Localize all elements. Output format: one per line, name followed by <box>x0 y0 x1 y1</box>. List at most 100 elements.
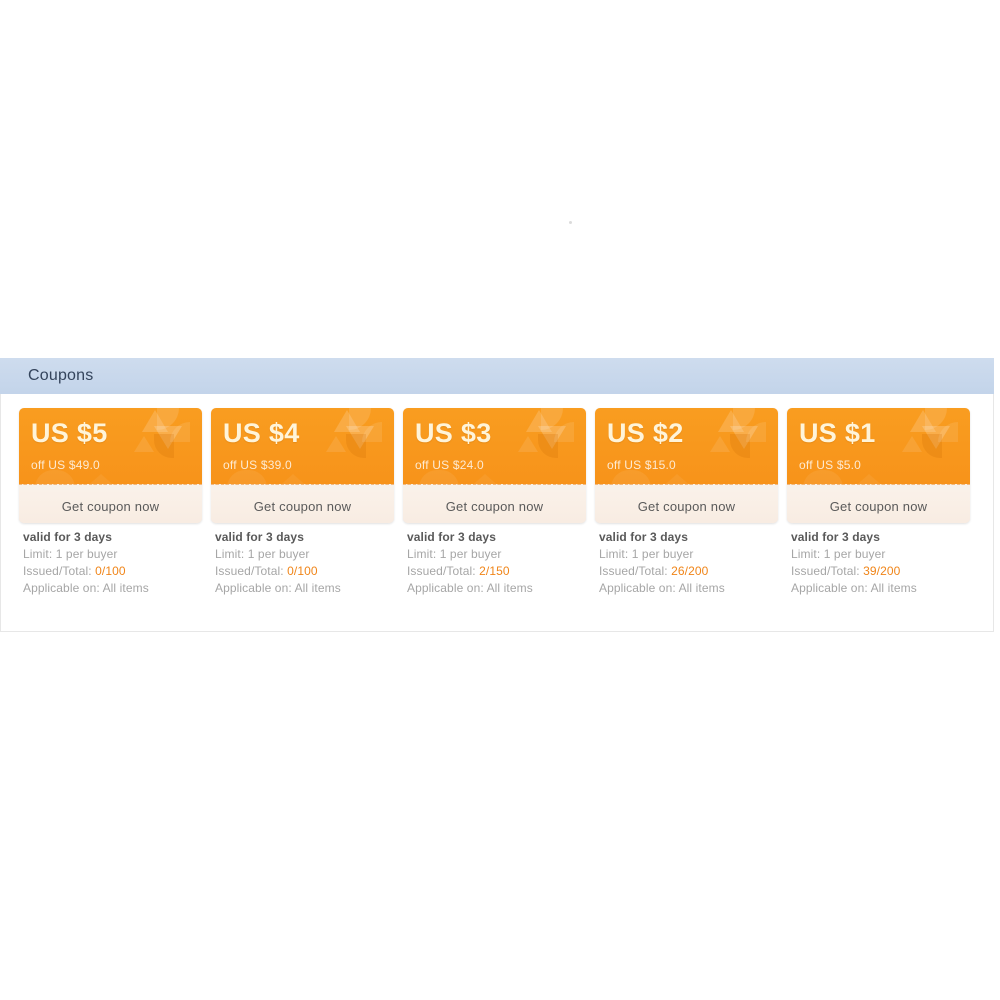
get-coupon-button-label: Get coupon now <box>637 499 736 514</box>
coupon-meta: valid for 3 days Limit: 1 per buyer Issu… <box>211 523 394 597</box>
coupon-perforation-divider <box>211 484 394 490</box>
coupon-validity: valid for 3 days <box>23 530 112 544</box>
coupon-ticket[interactable]: US $1 off US $5.0 Get coupon now <box>787 408 970 523</box>
coupon-list: US $5 off US $49.0 Get coupon now valid … <box>1 408 993 597</box>
coupon-ticket[interactable]: US $5 off US $49.0 Get coupon now <box>19 408 202 523</box>
coupon-ticket-head: US $3 off US $24.0 <box>403 408 586 484</box>
coupon-condition: off US $5.0 <box>799 458 862 472</box>
coupon-card: US $5 off US $49.0 Get coupon now valid … <box>19 408 202 597</box>
coupon-limit-label: Limit: <box>791 547 824 561</box>
coupon-issued: Issued/Total: 26/200 <box>599 563 778 580</box>
coupon-limit-value: 1 per buyer <box>247 547 310 561</box>
get-coupon-button[interactable]: Get coupon now <box>787 490 970 523</box>
get-coupon-button[interactable]: Get coupon now <box>595 490 778 523</box>
coupon-applicable: Applicable on: All items <box>23 580 202 597</box>
coupon-validity: valid for 3 days <box>407 530 496 544</box>
coupon-condition: off US $39.0 <box>223 458 292 472</box>
coupon-applicable: Applicable on: All items <box>215 580 394 597</box>
get-coupon-button[interactable]: Get coupon now <box>403 490 586 523</box>
coupon-validity: valid for 3 days <box>215 530 304 544</box>
coupon-applicable-value: All items <box>102 581 149 595</box>
coupon-issued-value: 0/100 <box>95 564 126 578</box>
coupon-applicable-label: Applicable on: <box>215 581 295 595</box>
coupon-issued: Issued/Total: 39/200 <box>791 563 970 580</box>
coupon-issued-value: 26/200 <box>671 564 709 578</box>
coupon-card: US $3 off US $24.0 Get coupon now valid … <box>403 408 586 597</box>
coupons-module: Coupons US $5 off US $49.0 Get coupon no… <box>0 358 994 632</box>
page-title: Coupons <box>28 367 94 384</box>
coupon-limit-value: 1 per buyer <box>55 547 118 561</box>
coupon-applicable-value: All items <box>486 581 533 595</box>
coupon-perforation-divider <box>787 484 970 490</box>
coupon-issued-value: 39/200 <box>863 564 901 578</box>
coupon-ticket-head: US $4 off US $39.0 <box>211 408 394 484</box>
coupon-issued-label: Issued/Total: <box>599 564 672 578</box>
coupon-validity: valid for 3 days <box>791 530 880 544</box>
coupon-issued-value: 0/100 <box>287 564 318 578</box>
coupon-perforation-divider <box>595 484 778 490</box>
coupon-meta: valid for 3 days Limit: 1 per buyer Issu… <box>403 523 586 597</box>
get-coupon-button-label: Get coupon now <box>829 499 928 514</box>
get-coupon-button[interactable]: Get coupon now <box>19 490 202 523</box>
coupon-issued: Issued/Total: 2/150 <box>407 563 586 580</box>
coupon-perforation-divider <box>403 484 586 490</box>
coupon-perforation-divider <box>19 484 202 490</box>
coupon-applicable-label: Applicable on: <box>599 581 679 595</box>
coupon-card: US $1 off US $5.0 Get coupon now valid f… <box>787 408 970 597</box>
coupon-limit: Limit: 1 per buyer <box>23 546 202 563</box>
coupon-applicable-label: Applicable on: <box>23 581 103 595</box>
page-artifact-speck <box>569 221 572 224</box>
get-coupon-button[interactable]: Get coupon now <box>211 490 394 523</box>
coupon-amount: US $3 <box>415 418 492 448</box>
coupon-ticket[interactable]: US $2 off US $15.0 Get coupon now <box>595 408 778 523</box>
coupon-issued: Issued/Total: 0/100 <box>23 563 202 580</box>
coupon-limit-label: Limit: <box>407 547 440 561</box>
coupon-meta: valid for 3 days Limit: 1 per buyer Issu… <box>595 523 778 597</box>
coupon-applicable-value: All items <box>870 581 917 595</box>
coupon-limit-label: Limit: <box>215 547 248 561</box>
coupon-applicable: Applicable on: All items <box>599 580 778 597</box>
coupon-limit-value: 1 per buyer <box>823 547 886 561</box>
coupon-ticket[interactable]: US $3 off US $24.0 Get coupon now <box>403 408 586 523</box>
coupon-card: US $4 off US $39.0 Get coupon now valid … <box>211 408 394 597</box>
get-coupon-button-label: Get coupon now <box>445 499 544 514</box>
coupon-ticket-head: US $2 off US $15.0 <box>595 408 778 484</box>
coupon-limit-label: Limit: <box>599 547 632 561</box>
coupon-applicable-value: All items <box>294 581 341 595</box>
coupons-module-body: US $5 off US $49.0 Get coupon now valid … <box>0 394 994 632</box>
coupon-limit: Limit: 1 per buyer <box>599 546 778 563</box>
coupon-condition: off US $49.0 <box>31 458 100 472</box>
coupon-issued-label: Issued/Total: <box>791 564 864 578</box>
coupon-meta: valid for 3 days Limit: 1 per buyer Issu… <box>787 523 970 597</box>
coupon-amount: US $5 <box>31 418 108 448</box>
coupon-issued-label: Issued/Total: <box>407 564 480 578</box>
coupon-issued: Issued/Total: 0/100 <box>215 563 394 580</box>
coupon-applicable: Applicable on: All items <box>791 580 970 597</box>
coupon-limit: Limit: 1 per buyer <box>215 546 394 563</box>
coupon-validity: valid for 3 days <box>599 530 688 544</box>
coupons-module-header: Coupons <box>0 358 994 394</box>
coupon-applicable: Applicable on: All items <box>407 580 586 597</box>
coupon-applicable-label: Applicable on: <box>791 581 871 595</box>
coupon-applicable-label: Applicable on: <box>407 581 487 595</box>
coupon-issued-value: 2/150 <box>479 564 510 578</box>
coupon-card: US $2 off US $15.0 Get coupon now valid … <box>595 408 778 597</box>
coupon-condition: off US $24.0 <box>415 458 484 472</box>
coupon-condition: off US $15.0 <box>607 458 676 472</box>
coupon-limit-value: 1 per buyer <box>439 547 502 561</box>
coupon-amount: US $1 <box>799 418 876 448</box>
page-canvas: Coupons US $5 off US $49.0 Get coupon no… <box>0 0 1000 1000</box>
coupon-issued-label: Issued/Total: <box>23 564 96 578</box>
coupon-limit: Limit: 1 per buyer <box>791 546 970 563</box>
get-coupon-button-label: Get coupon now <box>61 499 160 514</box>
coupon-limit-label: Limit: <box>23 547 56 561</box>
coupon-amount: US $4 <box>223 418 300 448</box>
coupon-amount: US $2 <box>607 418 684 448</box>
coupon-ticket-head: US $1 off US $5.0 <box>787 408 970 484</box>
coupon-issued-label: Issued/Total: <box>215 564 288 578</box>
coupon-ticket-head: US $5 off US $49.0 <box>19 408 202 484</box>
coupon-limit-value: 1 per buyer <box>631 547 694 561</box>
coupon-applicable-value: All items <box>678 581 725 595</box>
coupon-ticket[interactable]: US $4 off US $39.0 Get coupon now <box>211 408 394 523</box>
coupon-limit: Limit: 1 per buyer <box>407 546 586 563</box>
